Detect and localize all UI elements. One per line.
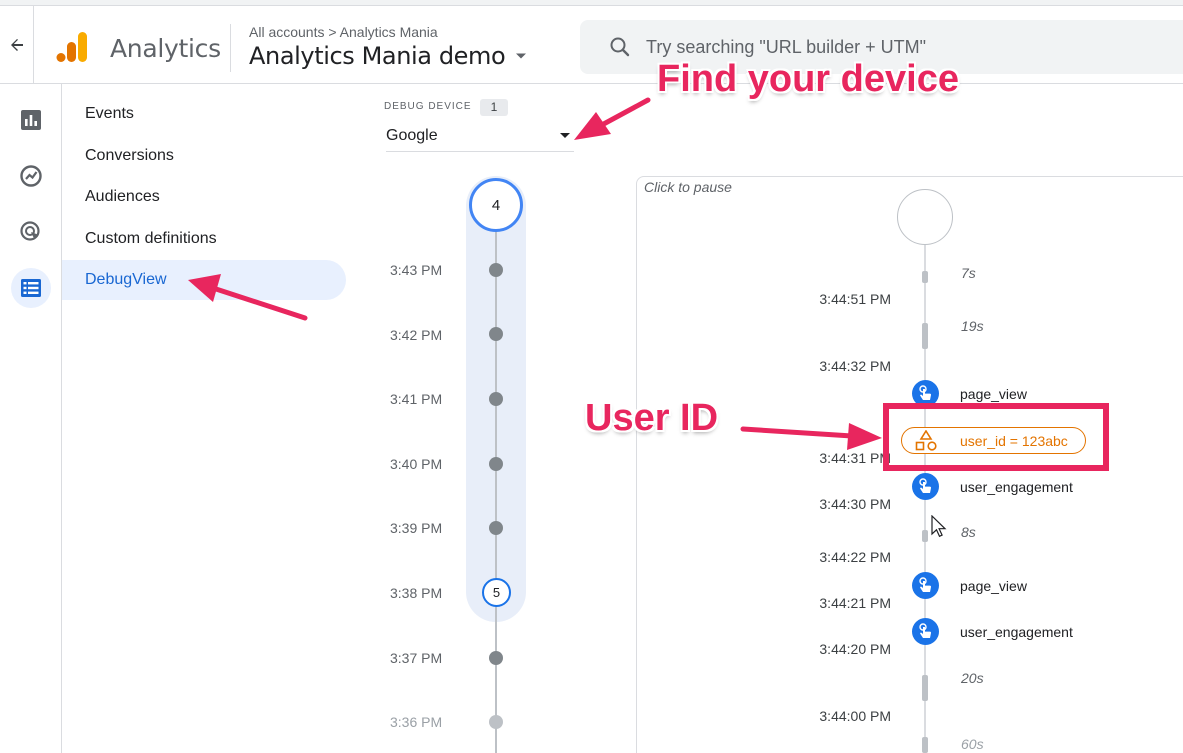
minute-dot[interactable] xyxy=(489,715,503,729)
user-id-annotation: User ID xyxy=(585,397,719,439)
event-time: 3:44:31 PM xyxy=(819,450,891,466)
minute-time: 3:37 PM xyxy=(390,650,443,666)
nav-item-label: DebugView xyxy=(85,271,167,288)
dropdown-caret-icon xyxy=(560,133,570,138)
gap-bar xyxy=(922,675,928,701)
left-rail xyxy=(0,84,62,753)
app-name: Analytics xyxy=(110,34,221,63)
event-time: 3:44:30 PM xyxy=(819,496,891,512)
debug-device-select[interactable]: Google xyxy=(386,120,574,152)
rail-advertising[interactable] xyxy=(11,212,51,252)
search-icon xyxy=(610,37,630,57)
header-divider xyxy=(230,24,231,72)
minute-dot[interactable] xyxy=(489,457,503,471)
gap-label: 8s xyxy=(961,524,976,540)
debug-device-value: Google xyxy=(386,126,438,144)
minute-dot[interactable] xyxy=(489,521,503,535)
nav-item-label: Audiences xyxy=(85,188,160,205)
find-device-annotation: Find your device xyxy=(657,58,959,100)
property-name: Analytics Mania demo xyxy=(249,42,506,70)
nav-item-audiences[interactable]: Audiences xyxy=(62,177,346,217)
minute-time: 3:41 PM xyxy=(390,391,443,407)
touch-icon xyxy=(919,577,932,592)
rail-configure[interactable] xyxy=(11,268,51,308)
nav-item-label: Events xyxy=(85,105,134,122)
user-id-highlight-box xyxy=(883,403,1109,471)
rail-explore[interactable] xyxy=(11,156,51,196)
gap-bar xyxy=(922,271,928,283)
minute-event-count-badge[interactable]: 5 xyxy=(482,578,511,607)
minute-time: 3:39 PM xyxy=(390,520,443,536)
gap-bar xyxy=(922,737,928,753)
breadcrumb[interactable]: All accounts > Analytics Mania xyxy=(249,24,438,40)
arrow-back-icon xyxy=(10,39,23,51)
nav-item-label: Conversions xyxy=(85,147,174,164)
minute-dot[interactable] xyxy=(489,651,503,665)
property-selector[interactable]: Analytics Mania demo xyxy=(249,42,527,70)
nav-item-events[interactable]: Events xyxy=(62,94,346,134)
minute-badge-count: 5 xyxy=(492,585,501,600)
minute-dot[interactable] xyxy=(489,392,503,406)
minute-time: 3:43 PM xyxy=(390,262,443,278)
configure-icon xyxy=(21,279,41,297)
minute-time: 3:40 PM xyxy=(390,456,443,472)
event-time: 3:44:20 PM xyxy=(819,641,891,657)
event-icon[interactable] xyxy=(912,473,939,500)
nav-item-label: Custom definitions xyxy=(85,230,217,247)
configure-nav: Events Conversions Audiences Custom defi… xyxy=(62,84,362,753)
advertising-icon xyxy=(20,221,40,241)
minutes-timeline-line xyxy=(495,230,497,753)
gap-label: 20s xyxy=(961,670,984,686)
event-label[interactable]: page_view xyxy=(960,578,1027,594)
event-label[interactable]: user_engagement xyxy=(960,624,1073,640)
rail-reports[interactable] xyxy=(11,100,51,140)
minute-time: 3:42 PM xyxy=(390,327,443,343)
reports-icon xyxy=(21,110,41,130)
search-placeholder: Try searching "URL builder + UTM" xyxy=(646,36,927,57)
nav-item-custom-definitions[interactable]: Custom definitions xyxy=(62,219,346,259)
debug-device-label: DEBUG DEVICE xyxy=(384,101,472,112)
event-time: 3:44:32 PM xyxy=(819,358,891,374)
nav-item-conversions[interactable]: Conversions xyxy=(62,136,346,176)
current-minute-count: 4 xyxy=(491,196,501,214)
debug-device-count: 1 xyxy=(480,99,508,116)
event-label[interactable]: page_view xyxy=(960,386,1027,402)
touch-icon xyxy=(919,385,932,400)
gap-bar xyxy=(922,530,928,542)
current-minute-circle[interactable]: 4 xyxy=(469,178,523,232)
gap-bar xyxy=(922,323,928,349)
event-icon[interactable] xyxy=(912,572,939,599)
gap-label: 60s xyxy=(961,736,984,752)
nav-item-debugview[interactable]: DebugView xyxy=(62,260,346,300)
event-label[interactable]: user_engagement xyxy=(960,479,1073,495)
arrow-to-device-icon xyxy=(574,97,651,140)
minute-time: 3:38 PM xyxy=(390,585,443,601)
analytics-logo-icon xyxy=(56,32,87,62)
event-icon[interactable] xyxy=(912,618,939,645)
minute-dot[interactable] xyxy=(489,327,503,341)
explore-icon xyxy=(20,165,42,187)
pause-toggle[interactable]: Click to pause xyxy=(644,179,732,195)
event-time: 3:44:51 PM xyxy=(819,291,891,307)
touch-icon xyxy=(919,623,932,638)
minute-time: 3:36 PM xyxy=(390,714,443,730)
event-time: 3:44:00 PM xyxy=(819,708,891,724)
mouse-cursor-icon xyxy=(931,515,947,538)
event-time: 3:44:21 PM xyxy=(819,595,891,611)
back-button[interactable] xyxy=(0,6,34,84)
dropdown-caret-icon xyxy=(516,53,527,59)
stream-top-circle xyxy=(897,189,953,245)
touch-icon xyxy=(919,478,932,493)
gap-label: 19s xyxy=(961,318,984,334)
app-header: Analytics All accounts > Analytics Mania… xyxy=(0,6,1183,84)
minute-dot[interactable] xyxy=(489,263,503,277)
event-time: 3:44:22 PM xyxy=(819,549,891,565)
gap-label: 7s xyxy=(961,265,976,281)
